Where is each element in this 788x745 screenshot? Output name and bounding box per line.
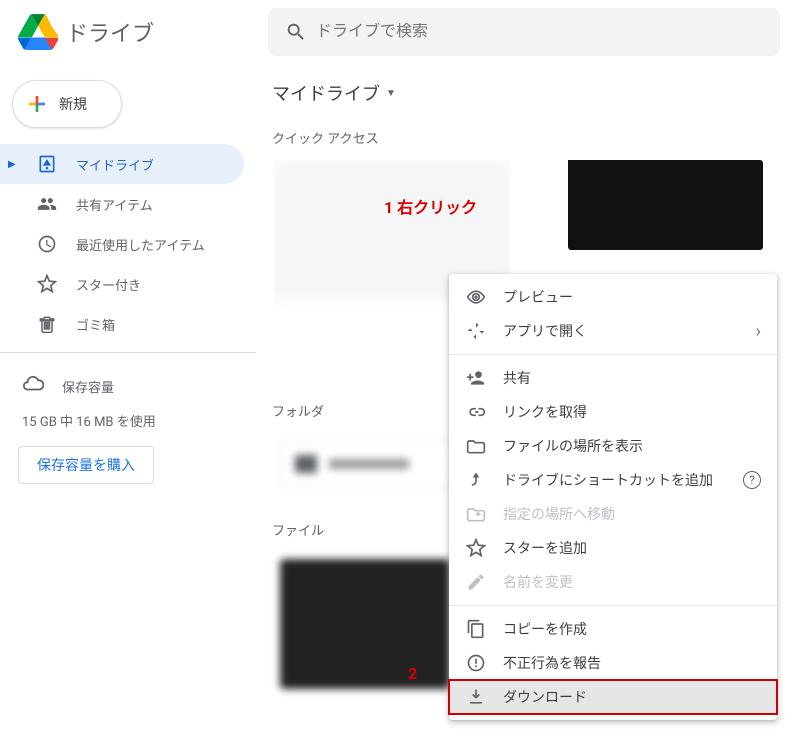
search-input[interactable] xyxy=(316,23,772,41)
new-button[interactable]: 新規 xyxy=(12,80,122,128)
folder-icon xyxy=(295,455,317,473)
caret-icon: ▶ xyxy=(8,159,18,170)
sidebar: 新規 ▶ マイドライブ ▶ 共有アイテム ▶ xyxy=(0,64,256,745)
ctx-label: 共有 xyxy=(503,368,761,388)
shortcut-icon xyxy=(465,469,487,491)
sidebar-item-trash[interactable]: ▶ ゴミ箱 xyxy=(0,304,244,344)
ctx-move-to: 指定の場所へ移動 xyxy=(449,497,777,531)
folder-item[interactable] xyxy=(280,440,468,488)
recent-icon xyxy=(36,233,58,255)
move-icon xyxy=(465,503,487,525)
buy-storage-button[interactable]: 保存容量を購入 xyxy=(18,446,154,484)
shared-icon xyxy=(36,193,58,215)
ctx-label: 名前を変更 xyxy=(503,572,761,592)
eye-icon xyxy=(465,286,487,308)
sidebar-nav: ▶ マイドライブ ▶ 共有アイテム ▶ 最近使用したアイテム xyxy=(0,144,256,344)
sidebar-item-mydrive[interactable]: ▶ マイドライブ xyxy=(0,144,244,184)
sidebar-item-starred[interactable]: ▶ スター付き xyxy=(0,264,244,304)
ctx-get-link[interactable]: リンクを取得 xyxy=(449,395,777,429)
star-icon xyxy=(36,273,58,295)
quick-access-header: クイック アクセス xyxy=(264,124,788,155)
plus-icon xyxy=(25,92,49,116)
sidebar-item-label: ゴミ箱 xyxy=(76,315,115,334)
drive-logo-icon xyxy=(18,12,58,52)
ctx-label: ダウンロード xyxy=(503,687,761,707)
trash-icon xyxy=(36,313,58,335)
ctx-label: アプリで開く xyxy=(503,321,740,341)
ctx-add-star[interactable]: スターを追加 xyxy=(449,531,777,565)
ctx-label: 指定の場所へ移動 xyxy=(503,504,761,524)
pencil-icon xyxy=(465,571,487,593)
ctx-download[interactable]: ダウンロード xyxy=(449,680,777,714)
sidebar-item-label: 最近使用したアイテム xyxy=(76,235,205,254)
sidebar-item-recent[interactable]: ▶ 最近使用したアイテム xyxy=(0,224,244,264)
page-title-text: マイドライブ xyxy=(272,80,380,106)
ctx-open-with[interactable]: アプリで開く › xyxy=(449,314,777,348)
cloud-icon xyxy=(22,373,44,399)
brand-name: ドライブ xyxy=(66,16,154,48)
search-bar[interactable] xyxy=(268,8,780,56)
storage-section: 保存容量 15 GB 中 16 MB を使用 保存容量を購入 xyxy=(0,361,256,484)
chevron-right-icon: › xyxy=(756,321,761,342)
ctx-label: 不正行為を報告 xyxy=(503,653,761,673)
download-icon xyxy=(465,686,487,708)
open-with-icon xyxy=(465,320,487,342)
ctx-make-copy[interactable]: コピーを作成 xyxy=(449,612,777,646)
context-menu: プレビュー アプリで開く › 共有 リンクを取得 ファイルの場所を表示 ドライブ… xyxy=(449,274,777,720)
ctx-add-shortcut[interactable]: ドライブにショートカットを追加 ? xyxy=(449,463,777,497)
star-outline-icon xyxy=(465,537,487,559)
ctx-label: プレビュー xyxy=(503,287,761,307)
ctx-label: スターを追加 xyxy=(503,538,761,558)
new-button-label: 新規 xyxy=(59,94,87,114)
ctx-label: ドライブにショートカットを追加 xyxy=(503,470,723,490)
brand[interactable]: ドライブ xyxy=(8,12,268,52)
ctx-label: リンクを取得 xyxy=(503,402,761,422)
folder-icon xyxy=(465,435,487,457)
mydrive-icon xyxy=(36,153,58,175)
ctx-label: ファイルの場所を表示 xyxy=(503,436,761,456)
search-icon xyxy=(276,21,316,43)
file-item[interactable] xyxy=(280,559,450,689)
chevron-down-icon: ▼ xyxy=(386,88,396,99)
ctx-label: コピーを作成 xyxy=(503,619,761,639)
link-icon xyxy=(465,401,487,423)
sidebar-item-shared[interactable]: ▶ 共有アイテム xyxy=(0,184,244,224)
storage-label: 保存容量 xyxy=(62,377,114,396)
copy-icon xyxy=(465,618,487,640)
ctx-rename: 名前を変更 xyxy=(449,565,777,599)
report-icon xyxy=(465,652,487,674)
help-icon[interactable]: ? xyxy=(743,471,761,489)
page-title[interactable]: マイドライブ ▼ xyxy=(264,68,788,124)
ctx-preview[interactable]: プレビュー xyxy=(449,280,777,314)
sidebar-item-label: マイドライブ xyxy=(76,155,154,174)
thumbnail xyxy=(568,159,763,250)
sidebar-item-label: 共有アイテム xyxy=(76,195,153,214)
app-header: ドライブ xyxy=(0,0,788,64)
ctx-report-abuse[interactable]: 不正行為を報告 xyxy=(449,646,777,680)
ctx-show-location[interactable]: ファイルの場所を表示 xyxy=(449,429,777,463)
ctx-separator xyxy=(449,605,777,606)
storage-usage: 15 GB 中 16 MB を使用 xyxy=(0,407,256,442)
ctx-separator xyxy=(449,354,777,355)
person-plus-icon xyxy=(465,367,487,389)
sidebar-item-label: スター付き xyxy=(76,275,141,294)
sidebar-item-storage[interactable]: 保存容量 xyxy=(0,365,256,407)
ctx-share[interactable]: 共有 xyxy=(449,361,777,395)
sidebar-divider xyxy=(0,352,256,353)
